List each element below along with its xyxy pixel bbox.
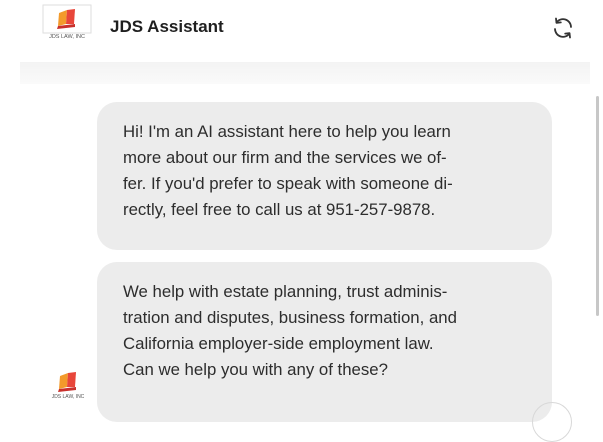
- message-line: Can we help you with any of these?: [123, 360, 388, 379]
- logo-mark-icon: [58, 372, 76, 392]
- message-line: more about our firm and the services we …: [123, 148, 447, 167]
- logo-text: JDS LAW, INC: [49, 34, 85, 40]
- assistant-title: JDS Assistant: [110, 17, 224, 36]
- scrollbar[interactable]: [596, 96, 599, 316]
- scroll-down-button[interactable]: [532, 402, 572, 442]
- message-line: Hi! I'm an AI assistant here to help you…: [123, 122, 451, 141]
- avatar-logo-text: JDS LAW, INC: [51, 394, 85, 400]
- assistant-avatar: JDS LAW, INC: [47, 368, 89, 406]
- chat-transcript[interactable]: Hi! I'm an AI assistant here to help you…: [0, 84, 603, 422]
- firm-logo: JDS LAW, INC: [42, 4, 92, 46]
- assistant-message: We help with estate planning, trust admi…: [97, 262, 552, 422]
- assistant-message: Hi! I'm an AI assistant here to help you…: [97, 102, 552, 250]
- message-line: California employer-side employment law.: [123, 334, 434, 353]
- message-line: tration and disputes, business formation…: [123, 308, 457, 327]
- chat-header: JDS LAW, INC JDS Assistant: [0, 0, 603, 62]
- header-shadow: [20, 62, 590, 84]
- message-line: We help with estate planning, trust admi…: [123, 282, 448, 301]
- message-line: rectly, feel free to call us at 951-257-…: [123, 200, 436, 219]
- message-line: fer. If you'd prefer to speak with someo…: [123, 174, 453, 193]
- refresh-icon[interactable]: [551, 16, 575, 40]
- logo-mark-icon: [42, 4, 92, 34]
